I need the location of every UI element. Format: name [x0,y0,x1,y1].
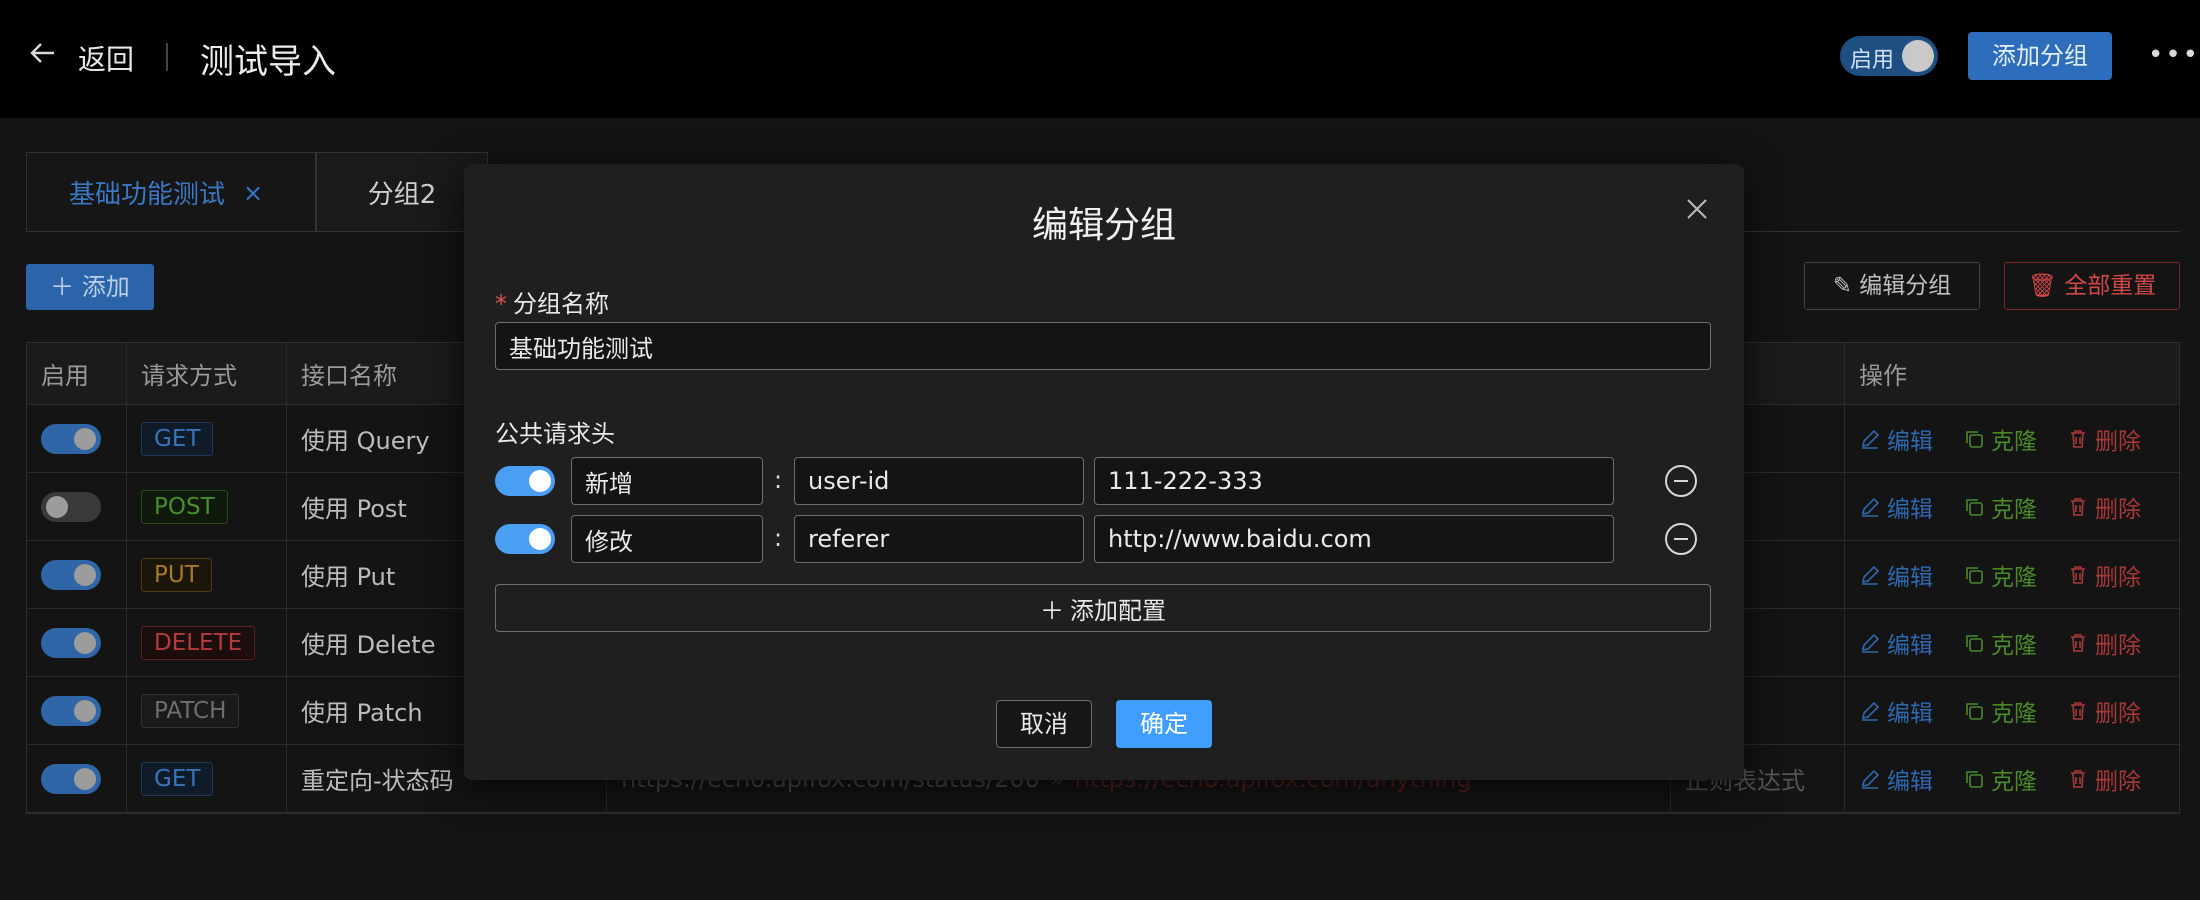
header-action-select[interactable]: 修改 [571,515,763,563]
toggle-knob [529,528,551,550]
header-value-input[interactable]: 111-222-333 [1094,457,1614,505]
toggle-knob [529,470,551,492]
header-value-input[interactable]: http://www.baidu.com [1094,515,1614,563]
plus-icon: ＋ [1040,596,1064,625]
header-toggle[interactable] [495,524,555,554]
header-action-select[interactable]: 新增 [571,457,763,505]
headers-label: 公共请求头 [495,420,615,448]
header-toggle[interactable] [495,466,555,496]
modal-overlay: 编辑分组 * 分组名称 基础功能测试 公共请求头 新增 : user-id 111… [0,0,2200,900]
required-mark: * [495,290,507,318]
add-config-label: 添加配置 [1070,596,1166,625]
group-name-label: * 分组名称 [495,284,609,319]
group-name-label-text: 分组名称 [513,290,609,318]
header-key-input[interactable]: user-id [794,457,1084,505]
colon: : [774,524,783,552]
confirm-button[interactable]: 确定 [1116,700,1212,748]
modal-title: 编辑分组 [1031,205,1176,246]
colon: : [774,466,783,494]
close-icon[interactable] [1682,194,1712,224]
remove-header-icon[interactable] [1664,464,1698,498]
edit-group-modal: 编辑分组 * 分组名称 基础功能测试 公共请求头 新增 : user-id 111… [464,164,1744,780]
add-config-button[interactable]: ＋ 添加配置 [495,584,1711,632]
group-name-input[interactable]: 基础功能测试 [495,322,1711,370]
remove-header-icon[interactable] [1664,522,1698,556]
header-key-input[interactable]: referer [794,515,1084,563]
cancel-button[interactable]: 取消 [996,700,1092,748]
